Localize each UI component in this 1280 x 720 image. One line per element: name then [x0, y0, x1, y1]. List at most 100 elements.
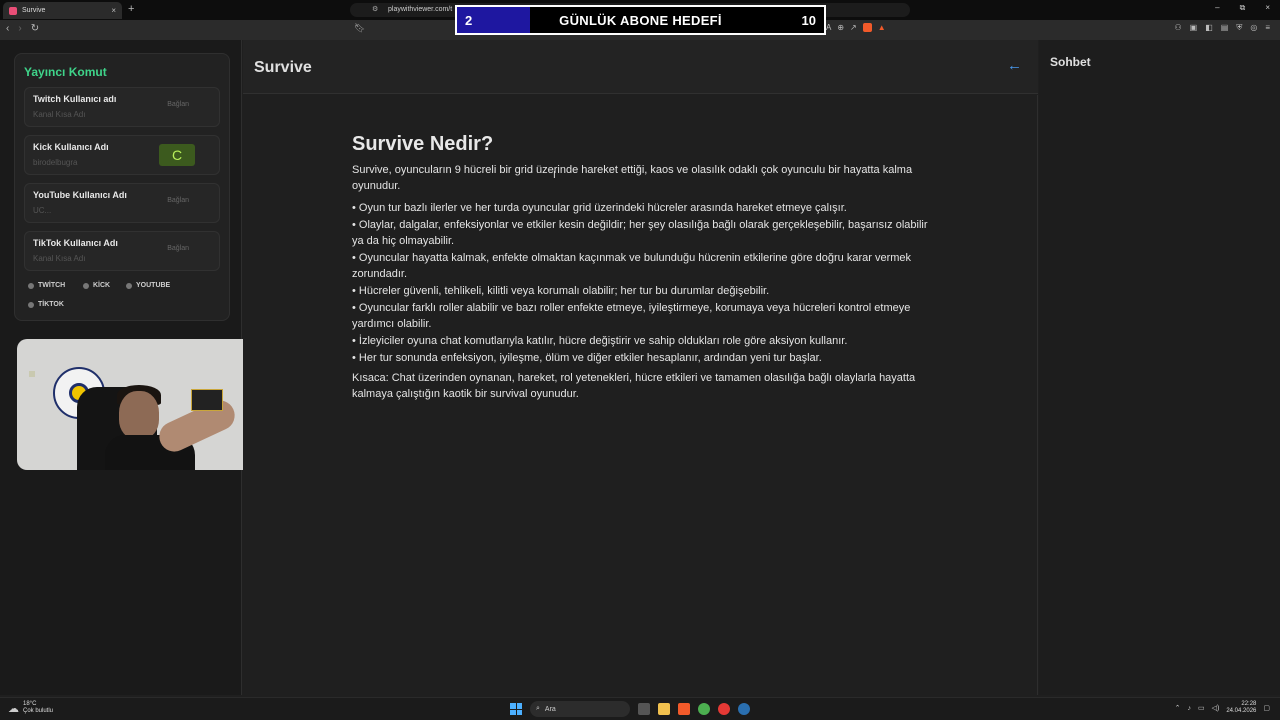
- panel-title: Yayıncı Komut: [24, 65, 107, 79]
- site-info-icon[interactable]: ⚙: [372, 3, 378, 17]
- back-nav-icon[interactable]: ‹: [6, 23, 9, 34]
- platform-status-youtube: YOUTUBE: [126, 282, 170, 289]
- platform-label: TWİTCH: [38, 282, 66, 289]
- menu-icon[interactable]: ≡: [1265, 23, 1270, 33]
- notification-icon[interactable]: ▢: [1263, 704, 1270, 712]
- extensions-icon[interactable]: ⚇: [1174, 23, 1181, 33]
- search-icon: ⌕: [536, 705, 540, 712]
- network-icon[interactable]: ▭: [1198, 704, 1205, 712]
- maximize-button[interactable]: ⧉: [1240, 3, 1246, 13]
- app-icon[interactable]: [718, 703, 730, 715]
- game-description: Survive Nedir? Survive, oyuncuların 9 hü…: [352, 133, 942, 408]
- brave-shields-icon[interactable]: [862, 23, 872, 32]
- field-label: Twitch Kullanıcı adı: [33, 94, 117, 104]
- goal-target: 10: [801, 13, 816, 28]
- weather-condition: Çok bulutlu: [23, 708, 54, 714]
- streamer-command-box: Yayıncı Komut Twitch Kullanıcı adı Kanal…: [14, 53, 230, 321]
- tiktok-input[interactable]: Kanal Kısa Adı: [33, 254, 85, 263]
- brave-browser-icon[interactable]: [678, 703, 690, 715]
- chat-title: Sohbet: [1050, 55, 1091, 69]
- reload-icon[interactable]: ↻: [31, 23, 39, 34]
- list-item: • Olaylar, dalgalar, enfeksiyonlar ve et…: [352, 219, 928, 247]
- twitch-connect-button[interactable]: Bağlan: [167, 101, 189, 108]
- subscriber-goal-overlay: 2 GÜNLÜK ABONE HEDEFİ 10: [455, 5, 826, 35]
- browser-tab[interactable]: Survive ×: [3, 2, 122, 19]
- extension-icons: ⚇ ▣ ◧ ▤ ⛨ ◎ ≡: [1174, 23, 1270, 33]
- file-explorer-icon[interactable]: [658, 703, 670, 715]
- sidebar-icon[interactable]: ◧: [1205, 23, 1213, 33]
- twitch-field: Twitch Kullanıcı adı Kanal Kısa Adı Bağl…: [24, 87, 220, 127]
- platform-label: KİCK: [93, 282, 111, 289]
- brave-rewards-icon[interactable]: ▲: [878, 23, 886, 32]
- chat-panel: Sohbet: [1039, 40, 1280, 695]
- wallet-icon[interactable]: ◎: [1250, 23, 1257, 33]
- platform-status-tiktok: TİKTOK: [28, 301, 64, 308]
- kick-input[interactable]: birodelbugra: [33, 158, 77, 167]
- temperature: 18°C: [23, 701, 37, 707]
- youtube-connect-button[interactable]: Bağlan: [167, 197, 189, 204]
- platform-status-kick: KİCK: [83, 282, 110, 289]
- article-heading: Survive Nedir?: [352, 133, 494, 155]
- windows-start-icon[interactable]: [510, 703, 522, 715]
- game-header: Survive ←: [243, 40, 1038, 94]
- kick-field: Kick Kullanıcı Adı birodelbugra C: [24, 135, 220, 175]
- url-text: playwithviewer.com/t: [388, 6, 453, 13]
- rules-list: • Oyun tur bazlı ilerler ve her turda oy…: [352, 200, 942, 366]
- tiktok-connect-button[interactable]: Bağlan: [167, 245, 189, 252]
- bookmark-icon[interactable]: 🔖︎: [354, 23, 365, 34]
- list-item: • Hücreler güvenli, tehlikeli, kilitli v…: [352, 285, 770, 297]
- tiktok-field: TikTok Kullanıcı Adı Kanal Kısa Adı Bağl…: [24, 231, 220, 271]
- new-tab-button[interactable]: +: [128, 3, 134, 15]
- zoom-icon[interactable]: ⊕: [837, 23, 844, 32]
- platform-label: YOUTUBE: [136, 282, 171, 289]
- search-placeholder: Ara: [544, 705, 556, 713]
- field-label: TikTok Kullanıcı Adı: [33, 238, 118, 248]
- clock[interactable]: 22:28 24.04.2026: [1226, 701, 1256, 715]
- media-icon[interactable]: ▣: [1190, 23, 1198, 33]
- taskbar-search[interactable]: ⌕ Ara: [530, 701, 630, 717]
- field-label: YouTube Kullanıcı Adı: [33, 190, 127, 200]
- chrome-icon[interactable]: [698, 703, 710, 715]
- list-item: • Oyuncular farklı roller alabilir ve ba…: [352, 302, 911, 330]
- status-dot-icon: [28, 282, 34, 289]
- translate-icon[interactable]: A: [826, 23, 831, 32]
- main-content: Survive Nedir? Survive, oyuncuların 9 hü…: [243, 95, 1038, 695]
- youtube-input[interactable]: UC...: [33, 206, 51, 215]
- close-window-button[interactable]: ×: [1265, 3, 1270, 13]
- webcam-overlay: [17, 339, 253, 470]
- wall-poster: [191, 389, 223, 411]
- list-item: • Her tur sonunda enfeksiyon, iyileşme, …: [352, 352, 822, 364]
- list-item: • Oyuncular hayatta kalmak, enfekte olma…: [352, 252, 912, 280]
- youtube-field: YouTube Kullanıcı Adı UC... Bağlan: [24, 183, 220, 223]
- window-controls: – ⧉ ×: [1215, 3, 1270, 13]
- volume-icon[interactable]: ◁): [1212, 704, 1220, 712]
- arrow-left-icon[interactable]: ←: [1007, 57, 1022, 74]
- status-dot-icon: [83, 282, 89, 289]
- kick-connecting-button[interactable]: C: [159, 144, 195, 166]
- clock-time: 22:28: [1241, 701, 1257, 707]
- field-label: Kick Kullanıcı Adı: [33, 142, 109, 152]
- status-dot-icon: [28, 301, 34, 308]
- tab-close-icon[interactable]: ×: [111, 6, 116, 15]
- twitch-input[interactable]: Kanal Kısa Adı: [33, 110, 85, 119]
- tab-title: Survive: [22, 7, 46, 14]
- tabs-icon[interactable]: ▤: [1221, 23, 1229, 33]
- wall-light: [29, 371, 35, 377]
- article-summary: Kısaca: Chat üzerinden oynanan, hareket,…: [352, 372, 916, 400]
- task-view-icon[interactable]: [638, 703, 650, 715]
- share-icon[interactable]: ↗: [850, 23, 857, 32]
- nav-buttons: ‹ › ↻: [6, 23, 39, 34]
- weather-widget[interactable]: ☁ 18°C Çok bulutlu: [8, 701, 53, 715]
- text-cursor-icon: I: [553, 170, 556, 181]
- microphone-icon[interactable]: ♪: [1188, 705, 1192, 712]
- favicon-icon: [9, 6, 17, 15]
- streamer-head: [119, 391, 159, 439]
- status-dot-icon: [126, 282, 132, 289]
- cloud-icon: ☁: [8, 702, 19, 715]
- vpn-icon[interactable]: ⛨: [1236, 23, 1242, 33]
- chevron-up-icon[interactable]: ⌃: [1175, 704, 1181, 712]
- forward-nav-icon[interactable]: ›: [18, 23, 21, 34]
- list-item: • İzleyiciler oyuna chat komutlarıyla ka…: [352, 335, 848, 347]
- minimize-button[interactable]: –: [1215, 3, 1219, 13]
- steam-icon[interactable]: [738, 703, 750, 715]
